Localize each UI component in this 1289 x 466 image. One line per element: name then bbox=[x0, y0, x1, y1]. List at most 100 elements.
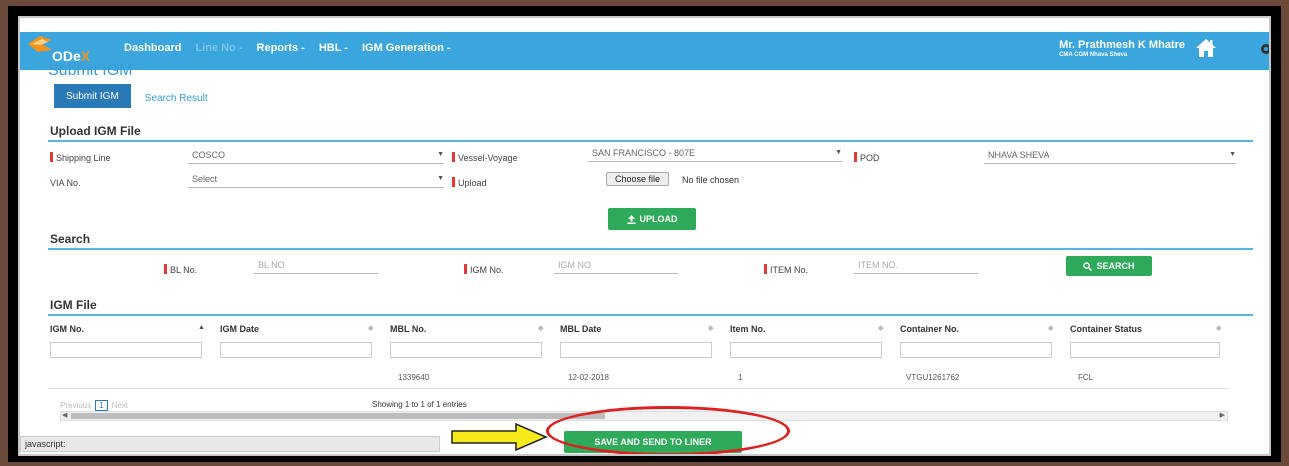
pager-previous[interactable]: Previous bbox=[60, 401, 91, 410]
cell-item-no: 1 bbox=[738, 373, 743, 382]
browser-status-bar: javascript: bbox=[20, 436, 440, 452]
gear-icon[interactable] bbox=[1259, 42, 1271, 56]
nav-igm-generation[interactable]: IGM Generation - bbox=[362, 42, 451, 54]
scroll-right-icon[interactable]: ▶ bbox=[1220, 411, 1225, 419]
search-button-label: SEARCH bbox=[1096, 261, 1135, 271]
row-divider bbox=[48, 388, 1228, 389]
page-tabs: Submit IGM Search Result bbox=[54, 84, 222, 110]
bl-no-label: BL No. bbox=[170, 265, 198, 275]
nav-reports[interactable]: Reports - bbox=[257, 42, 305, 54]
file-status: No file chosen bbox=[682, 175, 740, 185]
arrow-right-icon bbox=[451, 422, 548, 452]
required-marker bbox=[452, 177, 455, 187]
sort-icon[interactable]: ◆ bbox=[1216, 324, 1221, 332]
filter-item-no[interactable] bbox=[730, 342, 882, 358]
cell-mbl-no: 1339640 bbox=[398, 373, 430, 382]
table-row[interactable]: 1339640 12-02-2018 1 VTGU1261762 FCL bbox=[48, 370, 1253, 388]
vessel-voyage-label: Vessel-Voyage bbox=[458, 153, 518, 163]
tab-search-result[interactable]: Search Result bbox=[131, 84, 222, 110]
bl-no-input[interactable]: BL NO bbox=[254, 260, 378, 274]
upload-button-label: UPLOAD bbox=[639, 214, 678, 224]
user-org: CMA CGM Nhava Sheva bbox=[1059, 52, 1128, 58]
igm-file-section-divider bbox=[48, 314, 1253, 316]
scroll-left-icon[interactable]: ◀ bbox=[62, 411, 67, 419]
filter-igm-no[interactable] bbox=[50, 342, 202, 358]
nav-line-no[interactable]: Line No - bbox=[195, 42, 242, 54]
shipping-line-label: Shipping Line bbox=[56, 153, 111, 163]
pagination: Previous 1 Next bbox=[60, 400, 128, 411]
cell-container-status: FCL bbox=[1078, 373, 1094, 382]
chevron-down-icon: ▼ bbox=[437, 151, 444, 158]
sort-asc-icon[interactable]: ▲ bbox=[198, 324, 205, 331]
sort-icon[interactable]: ◆ bbox=[538, 324, 543, 332]
sort-icon[interactable]: ◆ bbox=[878, 324, 883, 332]
top-navbar: ODeX Dashboard Line No - Reports - HBL -… bbox=[20, 32, 1271, 70]
search-button[interactable]: SEARCH bbox=[1066, 256, 1152, 276]
pod-value: NHAVA SHEVA bbox=[988, 150, 1050, 160]
pager-page-1[interactable]: 1 bbox=[95, 400, 108, 411]
vessel-voyage-select[interactable]: SAN FRANCISCO - 807E ▼ bbox=[588, 148, 842, 162]
shipping-line-select[interactable]: COSCO ▼ bbox=[188, 150, 444, 164]
search-section-title: Search bbox=[50, 232, 91, 246]
scrollbar-thumb[interactable] bbox=[71, 413, 605, 419]
required-marker bbox=[164, 264, 167, 274]
filter-mbl-no[interactable] bbox=[390, 342, 542, 358]
igm-no-input[interactable]: IGM NO bbox=[554, 260, 678, 274]
sort-icon[interactable]: ◆ bbox=[368, 324, 373, 332]
main-nav: Dashboard Line No - Reports - HBL - IGM … bbox=[124, 42, 451, 54]
required-marker bbox=[764, 264, 767, 274]
nav-dashboard[interactable]: Dashboard bbox=[124, 42, 181, 54]
vessel-voyage-value: SAN FRANCISCO - 807E bbox=[592, 148, 696, 158]
shipping-line-value: COSCO bbox=[192, 150, 226, 160]
filter-container-no[interactable] bbox=[900, 342, 1052, 358]
chevron-down-icon: ▼ bbox=[1229, 151, 1236, 158]
pod-select[interactable]: NHAVA SHEVA ▼ bbox=[984, 150, 1236, 164]
item-no-input[interactable]: ITEM NO. bbox=[854, 260, 978, 274]
column-header-igm-date[interactable]: IGM Date bbox=[220, 324, 259, 334]
via-no-value: Select bbox=[192, 174, 218, 184]
pager-next[interactable]: Next bbox=[112, 401, 128, 410]
chevron-down-icon: ▼ bbox=[437, 175, 444, 182]
column-header-igm-no[interactable]: IGM No. bbox=[50, 324, 84, 334]
igm-no-label: IGM No. bbox=[470, 265, 504, 275]
sort-icon[interactable]: ◆ bbox=[708, 324, 713, 332]
table-header: IGM No. ▲ IGM Date ◆ MBL No. ◆ MBL Date … bbox=[48, 322, 1253, 340]
column-header-container-no[interactable]: Container No. bbox=[900, 324, 959, 334]
choose-file-button[interactable]: Choose file bbox=[606, 172, 670, 186]
item-no-label: ITEM No. bbox=[770, 265, 809, 275]
filter-igm-date[interactable] bbox=[220, 342, 372, 358]
user-info[interactable]: Mr. Prathmesh K Mhatre CMA CGM Nhava She… bbox=[1059, 39, 1185, 58]
sort-icon[interactable]: ◆ bbox=[1048, 324, 1053, 332]
column-header-container-status[interactable]: Container Status bbox=[1070, 324, 1142, 334]
upload-button[interactable]: UPLOAD bbox=[608, 208, 696, 230]
pod-label: POD bbox=[860, 153, 880, 163]
igm-file-section-title: IGM File bbox=[50, 298, 97, 312]
required-marker bbox=[50, 152, 53, 162]
cell-mbl-date: 12-02-2018 bbox=[568, 373, 609, 382]
required-marker bbox=[464, 264, 467, 274]
home-icon[interactable] bbox=[1195, 38, 1217, 58]
required-marker bbox=[452, 152, 455, 162]
upload-section-divider bbox=[48, 140, 1253, 142]
via-no-label: VIA No. bbox=[50, 178, 81, 188]
user-name: Mr. Prathmesh K Mhatre bbox=[1059, 39, 1185, 51]
column-header-item-no[interactable]: Item No. bbox=[730, 324, 766, 334]
nav-hbl[interactable]: HBL - bbox=[319, 42, 348, 54]
column-header-mbl-no[interactable]: MBL No. bbox=[390, 324, 426, 334]
search-icon bbox=[1083, 261, 1093, 271]
filter-container-status[interactable] bbox=[1070, 342, 1220, 358]
search-section-divider bbox=[48, 248, 1253, 250]
filter-mbl-date[interactable] bbox=[560, 342, 712, 358]
upload-section-title: Upload IGM File bbox=[50, 124, 141, 138]
browser-viewport: ODeX Dashboard Line No - Reports - HBL -… bbox=[18, 16, 1271, 456]
entries-info: Showing 1 to 1 of 1 entries bbox=[372, 400, 467, 409]
tab-submit-igm[interactable]: Submit IGM bbox=[54, 84, 131, 108]
required-marker bbox=[854, 152, 857, 162]
via-no-select[interactable]: Select ▼ bbox=[188, 174, 444, 188]
chevron-down-icon: ▼ bbox=[835, 149, 842, 156]
cell-container-no: VTGU1261762 bbox=[906, 373, 960, 382]
column-header-mbl-date[interactable]: MBL Date bbox=[560, 324, 601, 334]
upload-icon bbox=[627, 214, 635, 224]
highlight-ellipse bbox=[546, 406, 790, 454]
page-title: Submit IGM bbox=[48, 62, 133, 79]
